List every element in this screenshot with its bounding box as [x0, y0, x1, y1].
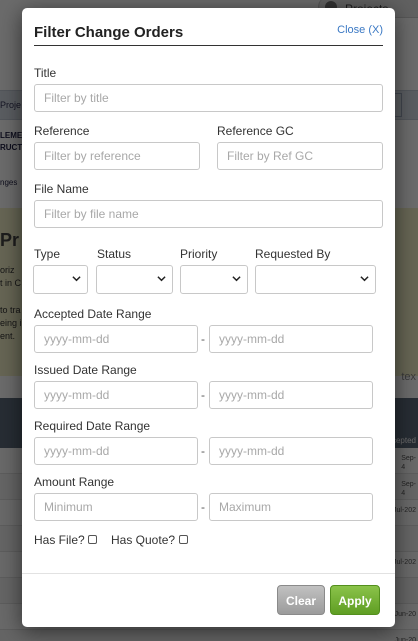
clear-button[interactable]: Clear [277, 585, 325, 615]
amount-min-input[interactable] [34, 493, 198, 521]
issued-date-from-input[interactable] [34, 381, 198, 409]
column-header: cepted [391, 436, 416, 445]
file-name-input[interactable] [34, 200, 383, 228]
banner-text: to tra eing i ent. [0, 304, 22, 343]
table-cell: Jun-20 [394, 611, 416, 618]
reference-gc-label: Reference GC [217, 124, 294, 138]
amount-max-input[interactable] [209, 493, 373, 521]
table-cell: Jul-202 [393, 507, 416, 514]
issued-date-to-input[interactable] [209, 381, 373, 409]
dialog-title: Filter Change Orders [34, 24, 184, 41]
chevron-down-icon [360, 276, 369, 282]
amount-range-label: Amount Range [34, 475, 115, 489]
table-cell: Sep- 4 [401, 481, 416, 497]
dialog-header: Filter Change Orders Close (X) [34, 22, 383, 46]
required-date-to-input[interactable] [209, 437, 373, 465]
file-name-label: File Name [34, 182, 89, 196]
banner-heading: Pr [0, 230, 20, 250]
close-button[interactable]: Close (X) [337, 24, 383, 36]
banner-text: oriz t in C [0, 264, 21, 290]
reference-label: Reference [34, 124, 90, 138]
has-file-label: Has File? [34, 533, 85, 547]
title-input[interactable] [34, 84, 383, 112]
banner-line: to tra [0, 305, 21, 315]
banner-line: oriz [0, 265, 15, 275]
priority-label: Priority [180, 247, 218, 261]
has-quote-label: Has Quote? [111, 533, 176, 547]
accepted-date-label: Accepted Date Range [34, 307, 152, 321]
chevron-down-icon [232, 276, 241, 282]
requested-by-select[interactable] [255, 265, 376, 294]
crumb-line: LEME [0, 131, 23, 140]
range-separator: - [201, 444, 205, 458]
nav-fragment: Proje [0, 100, 22, 110]
required-date-label: Required Date Range [34, 419, 151, 433]
accepted-date-to-input[interactable] [209, 325, 373, 353]
has-file-checkbox[interactable] [88, 535, 97, 544]
chevron-down-icon [157, 276, 166, 282]
banner-line: t in C [0, 278, 22, 288]
range-separator: - [201, 500, 205, 514]
reference-input[interactable] [34, 142, 200, 170]
status-label: Status [97, 247, 132, 261]
sub-breadcrumb: nges [0, 178, 18, 187]
status-select[interactable] [96, 265, 173, 294]
issued-date-label: Issued Date Range [34, 363, 137, 377]
filter-change-orders-dialog: Filter Change Orders Close (X) Title Ref… [22, 8, 395, 627]
table-cell: Sep- 4 [401, 455, 416, 471]
type-select[interactable] [33, 265, 88, 294]
breadcrumb: LEME RUCTI [0, 130, 24, 154]
priority-select[interactable] [180, 265, 248, 294]
chevron-down-icon [72, 276, 81, 282]
type-label: Type [34, 247, 61, 261]
apply-button[interactable]: Apply [330, 585, 380, 615]
footer-divider [22, 573, 395, 574]
table-row: Jun-20 [0, 630, 418, 641]
table-cell: Jul-202 [393, 559, 416, 566]
banner-tail: tex [401, 371, 416, 383]
banner-line: eing i [0, 318, 22, 328]
title-label: Title [34, 66, 57, 80]
range-separator: - [201, 388, 205, 402]
crumb-line: RUCTI [0, 143, 25, 152]
banner-line: ent. [0, 331, 16, 341]
has-quote-checkbox[interactable] [179, 535, 188, 544]
range-separator: - [201, 332, 205, 346]
reference-gc-input[interactable] [217, 142, 383, 170]
requested-by-label: Requested By [255, 247, 331, 261]
required-date-from-input[interactable] [34, 437, 198, 465]
table-cell: Jun-20 [394, 637, 416, 641]
accepted-date-from-input[interactable] [34, 325, 198, 353]
